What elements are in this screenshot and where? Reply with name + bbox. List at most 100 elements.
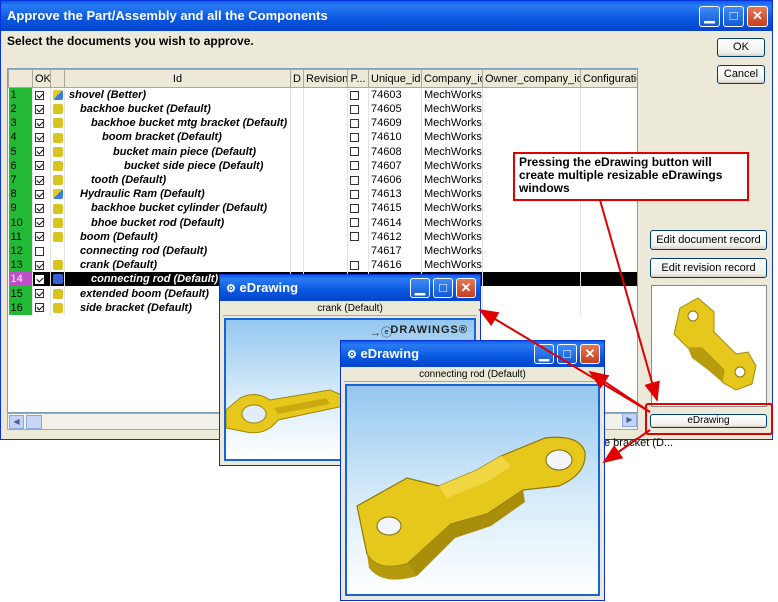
- minimize-button[interactable]: ▁: [534, 344, 554, 364]
- table-row[interactable]: 4 boom bracket (Default) 74610 MechWorks: [8, 130, 637, 145]
- close-button[interactable]: ✕: [747, 6, 768, 27]
- p-checkbox[interactable]: [350, 161, 359, 171]
- header-revision[interactable]: Revision: [303, 69, 348, 88]
- table-row[interactable]: 13 crank (Default) 74616 MechWorks: [8, 258, 637, 273]
- ok-checkbox-cell[interactable]: [32, 158, 51, 173]
- p-checkbox[interactable]: [350, 90, 359, 100]
- p-checkbox[interactable]: [350, 118, 359, 128]
- close-button[interactable]: ✕: [456, 278, 476, 298]
- p-cell[interactable]: [347, 158, 369, 173]
- header-ok[interactable]: OK: [32, 69, 51, 88]
- p-checkbox[interactable]: [350, 218, 359, 228]
- p-cell[interactable]: [347, 116, 369, 131]
- ok-checkbox[interactable]: [35, 303, 44, 313]
- close-button[interactable]: ✕: [580, 344, 600, 364]
- header-unique-id[interactable]: Unique_id: [368, 69, 422, 88]
- table-row[interactable]: 10 bhoe bucket rod (Default) 74614 MechWork…: [8, 215, 637, 230]
- ok-checkbox[interactable]: [35, 118, 44, 128]
- ok-checkbox-cell[interactable]: [32, 258, 51, 273]
- ok-checkbox[interactable]: [35, 218, 44, 228]
- p-checkbox[interactable]: [350, 204, 359, 213]
- unique-id: 74617: [368, 243, 422, 259]
- ok-checkbox[interactable]: [35, 274, 44, 284]
- ok-button[interactable]: OK: [717, 38, 765, 57]
- p-checkbox[interactable]: [350, 133, 359, 143]
- header-id[interactable]: Id: [64, 69, 291, 88]
- ok-checkbox[interactable]: [35, 90, 44, 100]
- table-row[interactable]: 11 boom (Default) 74612 MechWorks: [8, 229, 637, 244]
- p-checkbox[interactable]: [350, 189, 359, 199]
- ok-checkbox-cell[interactable]: [32, 215, 51, 230]
- edit-document-record-button[interactable]: Edit document record: [650, 230, 767, 250]
- header-d[interactable]: D: [290, 69, 304, 88]
- ok-checkbox-cell[interactable]: [32, 144, 51, 159]
- edrawing-button[interactable]: eDrawing: [650, 414, 767, 428]
- company-id: MechWorks: [421, 102, 483, 117]
- ok-checkbox[interactable]: [35, 204, 44, 213]
- ok-checkbox-cell[interactable]: [32, 187, 51, 202]
- edit-revision-record-button[interactable]: Edit revision record: [650, 258, 767, 278]
- p-cell[interactable]: [347, 87, 369, 102]
- p-cell[interactable]: [347, 187, 369, 202]
- table-row[interactable]: 3 backhoe bucket mtg bracket (Default) 746…: [8, 116, 637, 131]
- table-row[interactable]: 2 backhoe bucket (Default) 74605 MechWorks: [8, 102, 637, 117]
- p-checkbox[interactable]: [350, 232, 359, 242]
- minimize-button[interactable]: ▁: [410, 278, 430, 298]
- p-checkbox[interactable]: [350, 175, 359, 185]
- table-row[interactable]: 1 shovel (Better) 74603 MechWorks: [8, 87, 637, 102]
- p-cell[interactable]: [347, 229, 369, 244]
- ok-checkbox-cell[interactable]: [32, 300, 51, 315]
- ok-checkbox-cell[interactable]: [32, 130, 51, 145]
- edrawing-titlebar[interactable]: ⚙ eDrawing ▁ □ ✕: [220, 275, 480, 301]
- header-configuration[interactable]: Configuration: [580, 69, 637, 88]
- d-cell: [290, 187, 304, 202]
- maximize-button[interactable]: □: [557, 344, 577, 364]
- p-cell[interactable]: [347, 201, 369, 216]
- scroll-right-button[interactable]: ▶: [622, 413, 637, 427]
- edrawing-viewport[interactable]: [345, 384, 600, 596]
- ok-checkbox-cell[interactable]: [32, 87, 51, 102]
- p-cell[interactable]: [347, 258, 369, 273]
- ok-checkbox[interactable]: [35, 104, 44, 114]
- edrawing-titlebar[interactable]: ⚙ eDrawing ▁ □ ✕: [341, 341, 604, 367]
- ok-checkbox[interactable]: [35, 189, 44, 199]
- ok-checkbox[interactable]: [35, 161, 44, 171]
- ok-checkbox[interactable]: [35, 133, 44, 143]
- ok-checkbox[interactable]: [35, 246, 44, 256]
- ok-checkbox[interactable]: [35, 175, 44, 185]
- maximize-button[interactable]: □: [723, 6, 744, 27]
- p-cell[interactable]: [347, 102, 369, 117]
- ok-checkbox-cell[interactable]: [32, 116, 51, 131]
- ok-checkbox[interactable]: [35, 260, 44, 270]
- ok-checkbox-cell[interactable]: [32, 243, 51, 259]
- p-cell[interactable]: [347, 144, 369, 159]
- p-cell[interactable]: [347, 215, 369, 230]
- edrawing-window-connecting-rod[interactable]: ⚙ eDrawing ▁ □ ✕ connecting rod (Default…: [340, 340, 605, 601]
- cancel-button[interactable]: Cancel: [717, 65, 765, 84]
- minimize-button[interactable]: ▁: [699, 6, 720, 27]
- p-checkbox[interactable]: [350, 147, 359, 157]
- p-cell[interactable]: [347, 130, 369, 145]
- header-p[interactable]: P...: [347, 69, 369, 88]
- table-row[interactable]: 9 backhoe bucket cylinder (Default) 74615 M…: [8, 201, 637, 216]
- header-company-id[interactable]: Company_id: [421, 69, 483, 88]
- table-row[interactable]: 12 connecting rod (Default) 74617 MechWorks: [8, 243, 637, 259]
- p-checkbox[interactable]: [350, 104, 359, 114]
- ok-checkbox[interactable]: [35, 147, 44, 157]
- scroll-left-button[interactable]: ◀: [9, 415, 24, 429]
- ok-checkbox-cell[interactable]: [32, 229, 51, 244]
- header-owner-company-id[interactable]: Owner_company_id: [482, 69, 581, 88]
- ok-checkbox[interactable]: [35, 289, 44, 299]
- ok-checkbox-cell[interactable]: [32, 201, 51, 216]
- p-checkbox[interactable]: [350, 260, 359, 270]
- p-cell[interactable]: [347, 172, 369, 188]
- scroll-thumb[interactable]: [26, 415, 42, 429]
- ok-checkbox-cell[interactable]: [32, 272, 51, 287]
- ok-checkbox[interactable]: [35, 232, 44, 242]
- ok-checkbox-cell[interactable]: [32, 172, 51, 188]
- p-cell[interactable]: [347, 243, 369, 259]
- ok-checkbox-cell[interactable]: [32, 102, 51, 117]
- maximize-button[interactable]: □: [433, 278, 453, 298]
- ok-checkbox-cell[interactable]: [32, 286, 51, 301]
- dialog-titlebar[interactable]: Approve the Part/Assembly and all the Co…: [1, 1, 772, 31]
